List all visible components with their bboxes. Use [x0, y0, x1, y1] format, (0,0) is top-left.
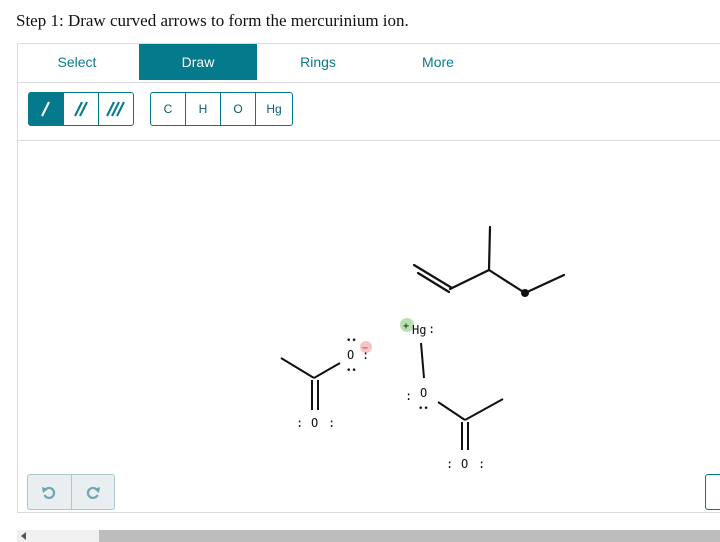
history-controls: [27, 474, 115, 510]
lone-pair-right: :: [478, 457, 485, 471]
lone-pair-right: :: [362, 348, 369, 362]
redo-icon: [86, 486, 100, 500]
undo-icon: [42, 486, 56, 500]
lone-pair-left: :: [405, 389, 412, 403]
scroll-thumb[interactable]: [99, 530, 720, 542]
lone-pair-bottom: ••: [418, 404, 429, 414]
scroll-left-icon[interactable]: [21, 532, 26, 540]
drawing-canvas[interactable]: − O •• •• : O : : + Hg : O : •• O : :: [0, 0, 720, 542]
left-acetate-oxygen-anion[interactable]: O: [347, 348, 354, 362]
right-acetate-oxygen[interactable]: O: [420, 386, 427, 400]
terminal-ethyl-bond: [523, 273, 566, 295]
mercury-atom[interactable]: Hg: [412, 323, 426, 337]
mercury-oxygen-bond[interactable]: [420, 342, 425, 379]
alkene-bond-3: [487, 268, 527, 295]
undo-button[interactable]: [28, 475, 72, 509]
positive-charge-symbol: +: [403, 321, 409, 332]
right-acetate-molecule[interactable]: [437, 398, 504, 450]
lone-pair-left: :: [296, 416, 303, 430]
horizontal-scrollbar[interactable]: [17, 530, 720, 542]
alkene-double-bond-outer: [412, 263, 454, 290]
alkene-bond-2: [448, 268, 491, 291]
mercury-lone-pair: :: [428, 322, 435, 336]
left-acetate-molecule[interactable]: [280, 357, 341, 410]
methyl-branch-bond: [487, 225, 492, 272]
lone-pair-bottom: ••: [346, 366, 357, 376]
left-carbonyl-oxygen[interactable]: O: [311, 416, 318, 430]
selected-atom-dot[interactable]: [521, 289, 529, 297]
right-carbonyl-oxygen[interactable]: O: [461, 457, 468, 471]
alkene-molecule[interactable]: [412, 225, 566, 295]
redo-button[interactable]: [72, 475, 115, 509]
lone-pair-left: :: [446, 457, 453, 471]
lone-pair-right: :: [328, 416, 335, 430]
lone-pair-top: ••: [346, 336, 357, 346]
side-action-button[interactable]: [705, 474, 720, 510]
